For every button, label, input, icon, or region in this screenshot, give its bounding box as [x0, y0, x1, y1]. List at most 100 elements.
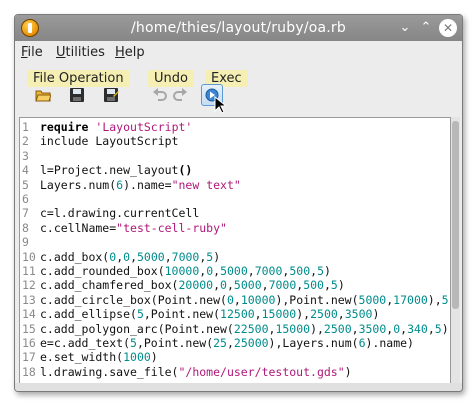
code-text: e=c.add_text(5,Point.new(25,25000),Layer… [40, 336, 414, 350]
code-text: l=Project.new_layout() [40, 163, 192, 177]
code-line[interactable]: 6 [20, 192, 40, 207]
code-token: e=c.add_text( [40, 336, 131, 350]
line-number: 12 [22, 278, 36, 293]
code-line[interactable]: 8 c.cellName="test-cell-ruby" [20, 221, 227, 236]
code-token: , [254, 307, 262, 322]
menu-help-label: elp [124, 45, 145, 60]
code-text: include LayoutScript [40, 134, 178, 148]
title-bar[interactable]: /home/thies/layout/ruby/oa.rb ⌄ ⌃ ✕ [15, 15, 462, 41]
code-line[interactable]: 9 [20, 235, 40, 250]
mouse-pointer-icon [214, 96, 226, 114]
code-line[interactable]: 3 [20, 149, 40, 164]
code-line[interactable]: 7 c=l.drawing.currentCell [20, 206, 199, 221]
code-line[interactable]: 17 e.set_width(1000) [20, 350, 158, 365]
code-line[interactable]: 11 c.add_rounded_box(10000,0,5000,7000,50… [20, 264, 331, 279]
number-token: 10000 [240, 292, 276, 307]
line-number: 3 [22, 148, 29, 163]
number-token: 22500 [233, 321, 269, 336]
number-token: 7000 [254, 264, 283, 278]
code-token: ) [344, 364, 352, 379]
undo-label: Undo [148, 70, 194, 87]
number-token: 5 [136, 307, 144, 322]
code-token: l=Project.new_layout [40, 163, 179, 178]
code-text: l.drawing.save_file("/home/user/testout.… [40, 365, 352, 379]
code-line[interactable]: 14 c.add_ellipse(5,Point.new(12500,15000)… [20, 307, 379, 322]
menu-utilities-label: tilities [65, 45, 105, 60]
file-operation-group: File Operation [27, 67, 130, 87]
code-line[interactable]: 16 e=c.add_text(5,Point.new(25,25000),Lay… [20, 336, 414, 351]
window-title: /home/thies/layout/ruby/oa.rb [131, 20, 346, 36]
line-number: 6 [22, 192, 29, 206]
code-token: l.drawing.save_file( [40, 364, 179, 379]
code-token: c.add_polygon_arc(Point.new( [40, 321, 234, 336]
menu-help-mnemonic: H [115, 45, 125, 60]
code-text: c.add_circle_box(Point.new(0,10000),Poin… [40, 292, 450, 307]
code-token: ).name= [123, 177, 172, 192]
number-token: 25000 [233, 336, 269, 350]
number-token: 5 [130, 336, 137, 350]
line-number: 10 [22, 249, 36, 264]
app-window: /home/thies/layout/ruby/oa.rb ⌄ ⌃ ✕ File… [14, 14, 463, 392]
number-token: 5 [441, 292, 449, 307]
code-token: c.add_chamfered_box( [40, 278, 179, 293]
code-line[interactable]: 5 Layers.num(6).name="new text" [20, 178, 241, 193]
code-line[interactable]: 15 c.add_polygon_arc(Point.new(22500, 1500… [20, 322, 449, 337]
redo-icon[interactable] [172, 87, 188, 103]
line-number: 2 [22, 134, 29, 149]
code-line[interactable]: 1 require 'LayoutScript' [20, 120, 192, 135]
code-line[interactable]: 4 l=Project.new_layout() [20, 163, 192, 178]
code-editor[interactable]: 1 require 'LayoutScript' 2 include LayoutSc… [19, 117, 451, 385]
menu-help[interactable]: Help [115, 45, 145, 60]
code-text: c.cellName="test-cell-ruby" [40, 221, 227, 235]
open-folder-icon[interactable] [35, 87, 51, 103]
menu-utilities[interactable]: Utilities [56, 45, 105, 60]
code-token: ) [213, 249, 221, 264]
maximize-button[interactable]: ⌃ [417, 19, 435, 37]
scrollbar-thumb[interactable] [452, 121, 459, 309]
code-token: ).name) [365, 336, 414, 350]
code-text: Layers.num(6).name="new text" [40, 178, 241, 192]
code-token: c.add_box( [40, 249, 110, 264]
number-token: 3500 [358, 321, 387, 336]
number-token: 500 [303, 278, 324, 293]
line-number: 16 [22, 336, 36, 350]
line-number: 4 [22, 163, 29, 178]
code-line[interactable]: 13 c.add_circle_box(Point.new(0,10000),Po… [20, 292, 450, 308]
code-text: c.add_rounded_box(10000,0,5000,7000,500,… [40, 264, 331, 278]
number-token: 5000 [137, 249, 165, 264]
line-number: 11 [22, 264, 36, 278]
save-as-icon[interactable] [103, 87, 119, 103]
code-token: c=l.drawing.currentCell [40, 206, 200, 221]
code-line[interactable]: 2 include LayoutScript [20, 134, 178, 149]
code-token: ), [427, 292, 442, 307]
undo-icon[interactable] [152, 87, 168, 103]
code-text: c=l.drawing.currentCell [40, 206, 199, 220]
number-token: 15000 [261, 307, 297, 322]
vertical-scrollbar[interactable] [451, 117, 460, 383]
minimize-button[interactable]: ⌄ [396, 19, 414, 37]
number-token: 10000 [164, 264, 200, 278]
number-token: 6 [358, 336, 366, 350]
line-number: 9 [22, 235, 29, 250]
number-token: 20000 [178, 278, 214, 293]
string-token: "/home/user/testout.gds" [178, 364, 345, 379]
code-line[interactable]: 18 l.drawing.save_file("/home/user/testou… [20, 365, 352, 380]
string-token: 'LayoutScript' [95, 120, 193, 134]
number-token: 12500 [220, 307, 255, 322]
string-token: "test-cell-ruby" [116, 220, 227, 235]
code-line[interactable]: 10 c.add_box(0,0,5000,7000,5) [20, 250, 220, 265]
code-token: , [351, 321, 359, 336]
menu-file[interactable]: File [21, 45, 43, 60]
keyword-token: () [178, 163, 193, 178]
number-token: 340 [407, 321, 428, 336]
save-icon[interactable] [69, 87, 85, 103]
code-token: ,Point.new( [136, 336, 214, 350]
code-line[interactable]: 12 c.add_chamfered_box(20000,0,5000,7000,… [20, 278, 345, 293]
code-token: c.cellName= [40, 220, 117, 235]
close-button[interactable]: ✕ [439, 19, 457, 37]
code-token: ,Point.new( [143, 307, 221, 322]
code-token: ) [337, 278, 345, 293]
code-token: ),Layers.num( [268, 336, 359, 350]
code-token: , [213, 278, 221, 293]
code-token: c.add_circle_box(Point.new( [40, 292, 227, 307]
